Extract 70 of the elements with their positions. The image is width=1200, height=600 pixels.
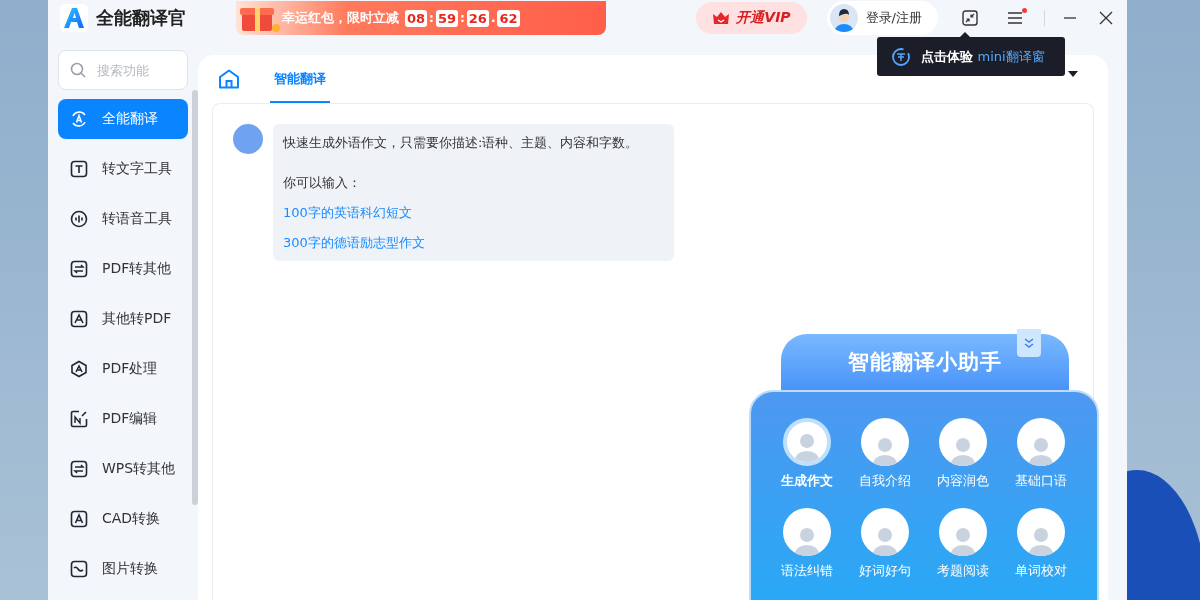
translate-badge-icon [891, 46, 911, 67]
sidebar-item[interactable]: CAD转换 [58, 499, 188, 539]
pdf-icon [70, 310, 88, 328]
shrink-icon [962, 10, 978, 26]
close-icon [1099, 11, 1113, 25]
collapse-button[interactable] [1017, 329, 1041, 357]
assistant-option[interactable]: 好词好句 [847, 508, 923, 580]
avatar-icon [939, 418, 987, 466]
countdown-separator: : [459, 11, 466, 25]
tooltip-text: 点击体验 mini翻译窗 [921, 47, 1045, 66]
avatar-icon [1017, 418, 1065, 466]
sidebar-item[interactable]: 其他转PDF [58, 299, 188, 339]
swap-arrows-icon [70, 260, 88, 278]
double-chevron-icon [1023, 337, 1035, 349]
suggestion-link[interactable]: 300字的德语励志型作文 [283, 233, 425, 253]
countdown-digits: 26 [466, 9, 489, 27]
countdown-digits: 62 [497, 9, 520, 27]
image-icon [70, 560, 88, 578]
countdown-separator: . [489, 11, 497, 25]
sidebar-item[interactable]: PDF转其他 [58, 249, 188, 289]
text-icon [70, 160, 88, 178]
search-field[interactable]: 搜索功能 [58, 50, 188, 90]
assistant-title: 智能翻译小助手 [848, 349, 1002, 376]
sidebar-item[interactable]: PDF处理 [58, 349, 188, 389]
avatar-icon [783, 508, 831, 556]
vip-button[interactable]: 开通VIP [696, 2, 807, 34]
assistant-option[interactable]: 生成作文 [769, 418, 845, 490]
promo-banner[interactable]: 幸运红包，限时立减 08 : 59 : 26 . 62 [236, 1, 606, 35]
avatar-icon [939, 508, 987, 556]
avatar-icon [783, 418, 831, 466]
caret-icon[interactable] [1068, 71, 1078, 77]
assistant-option[interactable]: 基础口语 [1003, 418, 1079, 490]
scrollbar[interactable] [192, 90, 198, 505]
app-title: 全能翻译官 [96, 6, 187, 30]
letter-a-icon [70, 510, 88, 528]
message-text: 快速生成外语作文，只需要你描述:语种、主题、内容和字数。 [283, 134, 640, 152]
assistant-option[interactable]: 单词校对 [1003, 508, 1079, 580]
sound-wave-icon [70, 210, 88, 228]
tab[interactable]: 智能翻译 [270, 55, 330, 103]
avatar-icon [1017, 508, 1065, 556]
message-text: 你可以输入： [283, 174, 362, 192]
countdown-separator: : [428, 11, 435, 25]
bot-avatar [233, 124, 263, 154]
assistant-option[interactable]: 自我介绍 [847, 418, 923, 490]
promo-text: 幸运红包，限时立减 [282, 9, 399, 27]
assistant-option[interactable]: 语法纠错 [769, 508, 845, 580]
sidebar-item[interactable]: 全能翻译 [58, 99, 188, 139]
suggestion-link[interactable]: 100字的英语科幻短文 [283, 203, 412, 223]
sidebar-item[interactable]: WPS转其他 [58, 449, 188, 489]
translate-icon [70, 110, 88, 128]
user-avatar-icon [829, 4, 858, 32]
menu-icon [1006, 10, 1024, 26]
app-logo [60, 4, 88, 32]
sidebar-item[interactable]: PDF编辑 [58, 399, 188, 439]
assistant-option[interactable]: 内容润色 [925, 418, 1001, 490]
sidebar-item[interactable]: 转语音工具 [58, 199, 188, 239]
login-button[interactable]: 登录/注册 [826, 1, 938, 35]
sidebar-item[interactable]: 转文字工具 [58, 149, 188, 189]
avatar-icon [861, 508, 909, 556]
sidebar-item[interactable]: 图片转换 [58, 549, 188, 589]
home-button[interactable] [218, 69, 240, 89]
avatar-icon [861, 418, 909, 466]
hexagon-pdf-icon [70, 360, 88, 378]
edit-icon [70, 410, 88, 428]
crown-icon [712, 11, 731, 25]
home-icon [218, 69, 240, 89]
assistant-option[interactable]: 考题阅读 [925, 508, 1001, 580]
countdown-digits: 08 [405, 9, 428, 27]
countdown-digits: 59 [435, 9, 458, 27]
swap-arrows-icon [70, 460, 88, 478]
